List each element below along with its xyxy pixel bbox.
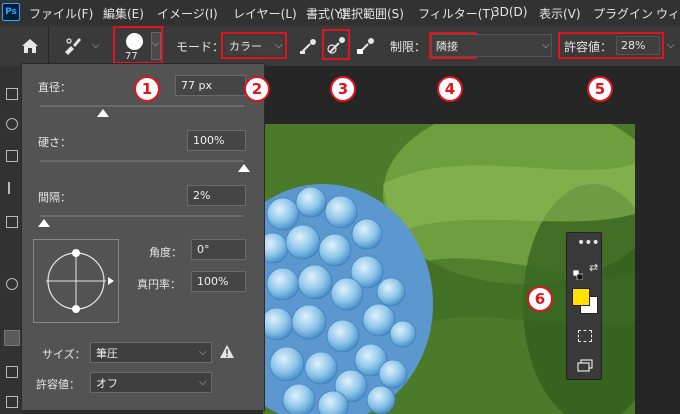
- size-control-select[interactable]: 筆圧 ⌵: [90, 342, 212, 363]
- size-control-value: 筆圧: [96, 346, 118, 360]
- more-icon[interactable]: •••: [577, 235, 600, 251]
- menu-bar: Ps ファイル(F) 編集(E) イメージ(I) レイヤー(L) 書式(Y) 選…: [0, 0, 680, 26]
- hardness-slider-track[interactable]: [40, 160, 244, 162]
- roundness-input[interactable]: 100%: [191, 271, 246, 292]
- tolerance-label: 許容値：: [36, 378, 80, 391]
- tool-icon[interactable]: [6, 396, 18, 408]
- callout-5: 5: [587, 76, 613, 102]
- photoshop-logo: Ps: [2, 3, 20, 21]
- spacing-slider-track[interactable]: [40, 215, 244, 217]
- menu-view[interactable]: 表示(V): [539, 5, 581, 22]
- tolerance-label: 許容値：: [564, 40, 613, 54]
- tolerance-value: 28%: [621, 39, 646, 52]
- chevron-down-icon[interactable]: ⌵: [667, 40, 675, 51]
- color-replacement-tool-icon[interactable]: [4, 330, 20, 346]
- spacing-label: 間隔：: [38, 191, 71, 204]
- tolerance-control-value: オフ: [96, 376, 118, 390]
- tolerance-control: 許容値： 28%: [558, 32, 664, 59]
- angle-roundness-widget[interactable]: [33, 239, 119, 323]
- callout-6: 6: [527, 286, 553, 312]
- tool-icon[interactable]: [6, 278, 18, 290]
- limit-select[interactable]: 隣接: [431, 34, 552, 57]
- mode-label: モード：: [176, 40, 225, 54]
- warning-icon: [219, 344, 235, 360]
- hardness-slider-thumb[interactable]: [238, 164, 250, 172]
- brush-size-value: 77: [125, 51, 138, 62]
- brush-preset-popup: 直径： 77 px 硬さ： 100% 間隔： 2% 角度： 0° 真円率： 10…: [21, 63, 265, 411]
- chevron-down-icon: ⌵: [152, 39, 159, 49]
- home-icon[interactable]: [20, 37, 40, 55]
- brush-tip-icon: [126, 33, 143, 50]
- menu-layer[interactable]: レイヤー(L): [233, 5, 297, 22]
- hardness-value: 100%: [193, 134, 225, 147]
- hardness-input[interactable]: 100%: [187, 130, 246, 151]
- screen-mode-icon[interactable]: [577, 357, 593, 372]
- angle-input[interactable]: 0°: [191, 239, 246, 260]
- menu-file[interactable]: ファイル(F): [29, 5, 93, 22]
- diameter-slider-thumb[interactable]: [97, 109, 110, 117]
- menu-select[interactable]: 選択範囲(S): [339, 5, 404, 22]
- tools-panel: [0, 66, 22, 414]
- quick-mask-icon[interactable]: [578, 330, 592, 342]
- callout-1: 1: [134, 76, 160, 102]
- divider: [48, 26, 49, 66]
- tool-icon[interactable]: [6, 216, 18, 228]
- menu-image[interactable]: イメージ(I): [157, 5, 218, 22]
- tool-icon[interactable]: [6, 88, 18, 100]
- callout-2: 2: [244, 76, 270, 102]
- menu-window[interactable]: ウィン: [656, 5, 680, 22]
- swap-colors-icon[interactable]: ⇄: [589, 261, 598, 274]
- tolerance-input[interactable]: 28%: [616, 36, 660, 55]
- brush-dropdown-button[interactable]: ⌵: [151, 32, 161, 60]
- menu-plugins[interactable]: プラグイン: [593, 5, 653, 22]
- diameter-label: 直径：: [38, 81, 71, 94]
- callout-3: 3: [330, 76, 356, 102]
- diameter-slider-track[interactable]: [40, 105, 244, 107]
- tool-icon[interactable]: [6, 366, 18, 378]
- size-label: サイズ：: [42, 348, 86, 361]
- spacing-slider-thumb[interactable]: [38, 219, 51, 227]
- tool-icon[interactable]: [8, 182, 16, 194]
- spacing-input[interactable]: 2%: [187, 185, 246, 206]
- contextual-toolbar: ••• ⇄: [566, 232, 602, 380]
- chevron-down-icon[interactable]: ⌵: [92, 40, 100, 51]
- sample-once-button[interactable]: [322, 29, 350, 60]
- tool-icon[interactable]: [6, 118, 18, 130]
- limit-label: 制限：: [390, 40, 427, 54]
- angle-value: 0°: [197, 243, 210, 256]
- roundness-label: 真円率：: [137, 278, 181, 291]
- chevron-down-icon: ⌵: [199, 347, 207, 358]
- sample-continuous-icon[interactable]: [299, 37, 319, 55]
- foreground-color-swatch[interactable]: [572, 288, 590, 306]
- angle-label: 角度：: [149, 246, 182, 259]
- diameter-input[interactable]: 77 px: [175, 75, 246, 96]
- spacing-value: 2%: [193, 189, 211, 202]
- brush-tool-icon[interactable]: [62, 35, 84, 55]
- background-swatch-icon[interactable]: [356, 37, 376, 55]
- tolerance-control-select[interactable]: オフ ⌵: [90, 372, 212, 393]
- tool-icon[interactable]: [6, 150, 18, 162]
- default-colors-icon[interactable]: [572, 265, 584, 281]
- menu-edit[interactable]: 編集(E): [103, 5, 144, 22]
- options-bar: ⌵ 77 ⌵ モード： カラー ⌵ 制限： 隣接 ⌵ 許容値： 28% ⌵: [0, 26, 680, 67]
- roundness-value: 100%: [197, 275, 229, 288]
- menu-3d[interactable]: 3D(D): [492, 5, 527, 19]
- sample-once-icon: [327, 37, 345, 54]
- diameter-value: 77 px: [181, 79, 212, 92]
- mode-select[interactable]: カラー ⌵: [221, 32, 287, 59]
- chevron-down-icon[interactable]: ⌵: [542, 40, 550, 51]
- limit-select-value: 隣接: [436, 39, 458, 53]
- menu-filter[interactable]: フィルター(T): [418, 5, 494, 22]
- chevron-down-icon: ⌵: [275, 40, 283, 51]
- callout-4: 4: [437, 76, 463, 102]
- mode-select-value: カラー: [229, 39, 262, 53]
- hardness-label: 硬さ：: [38, 136, 71, 149]
- chevron-down-icon: ⌵: [199, 377, 207, 388]
- brush-angle-preview: [46, 249, 114, 313]
- brush-preset-picker[interactable]: 77 ⌵: [113, 26, 163, 64]
